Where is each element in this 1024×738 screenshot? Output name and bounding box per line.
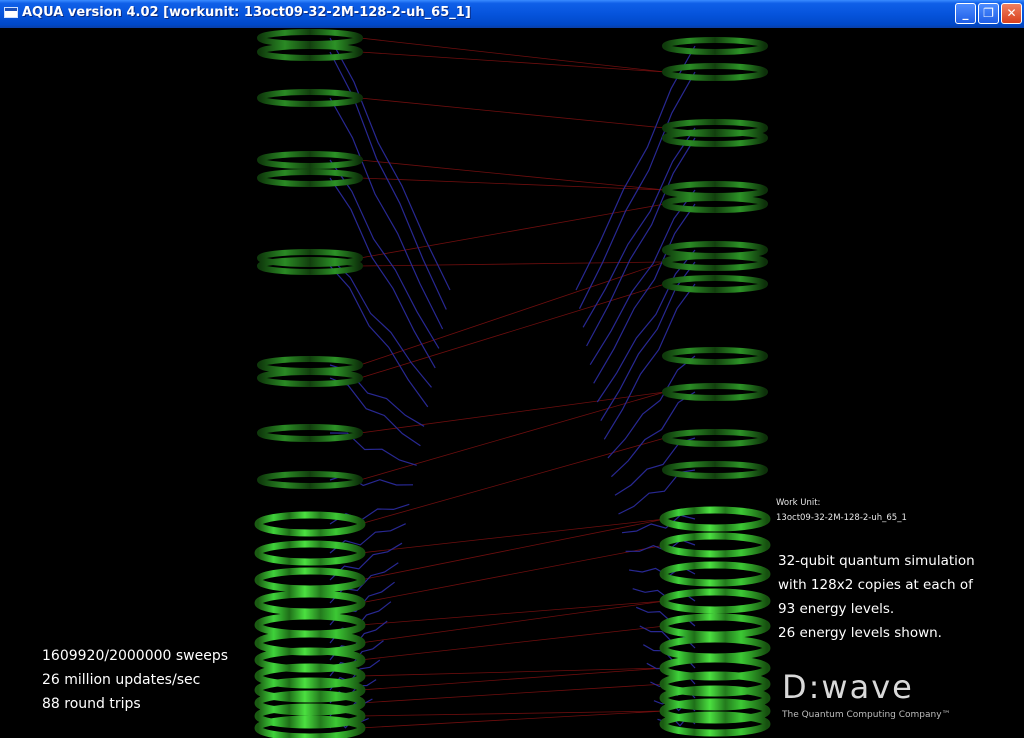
energy-level-ring [662, 275, 768, 293]
energy-link-line [359, 97, 666, 129]
energy-level-ring [254, 567, 366, 593]
app-window-icon [4, 7, 18, 18]
energy-link-line [359, 159, 666, 191]
restore-button[interactable]: ❐ [978, 3, 999, 24]
connector-paths [329, 37, 696, 729]
energy-link-line [359, 600, 666, 626]
energy-level-ring [257, 89, 363, 107]
energy-level-ring [659, 635, 771, 661]
energy-level-ring [257, 29, 363, 47]
energy-level-ring [257, 471, 363, 489]
energy-link-line [359, 391, 666, 434]
energy-level-ring [662, 383, 768, 401]
energy-link-line [359, 600, 666, 644]
energy-level-ring [659, 506, 771, 532]
minimize-button[interactable]: _ [955, 3, 976, 24]
left-ring-stack [254, 29, 366, 738]
energy-link-line [359, 177, 666, 191]
energy-level-ring [659, 588, 771, 614]
energy-level-ring [659, 532, 771, 558]
energy-level-ring [659, 613, 771, 639]
energy-level-ring [659, 561, 771, 587]
energy-level-ring [257, 151, 363, 169]
energy-link-line [359, 283, 666, 379]
energy-level-ring [257, 43, 363, 61]
energy-level-ring [662, 429, 768, 447]
close-button[interactable]: ✕ [1001, 3, 1022, 24]
energy-level-ring [254, 511, 366, 537]
energy-level-ring [662, 347, 768, 365]
title-bar[interactable]: AQUA version 4.02 [workunit: 13oct09-32-… [0, 0, 1024, 28]
energy-level-ring [662, 461, 768, 479]
energy-level-ring [662, 253, 768, 271]
connector-path [329, 265, 429, 408]
connector-path [578, 71, 696, 309]
energy-level-ring [254, 590, 366, 616]
energy-level-ring [254, 540, 366, 566]
connector-path [593, 203, 696, 384]
window-title: AQUA version 4.02 [workunit: 13oct09-32-… [22, 5, 471, 20]
energy-link-line [359, 437, 666, 525]
energy-links [359, 37, 666, 729]
energy-link-line [359, 518, 666, 581]
energy-link-line [359, 544, 666, 604]
energy-level-ring [662, 37, 768, 55]
energy-link-line [359, 667, 666, 677]
energy-link-line [359, 625, 666, 661]
connector-path [329, 97, 444, 330]
energy-level-ring [257, 169, 363, 187]
right-ring-stack [659, 37, 771, 737]
energy-level-ring [257, 369, 363, 387]
energy-link-line [359, 203, 666, 259]
energy-level-ring [662, 195, 768, 213]
simulation-view [254, 29, 771, 738]
energy-level-ring [662, 181, 768, 199]
connector-path [586, 137, 696, 347]
energy-level-ring [662, 129, 768, 147]
